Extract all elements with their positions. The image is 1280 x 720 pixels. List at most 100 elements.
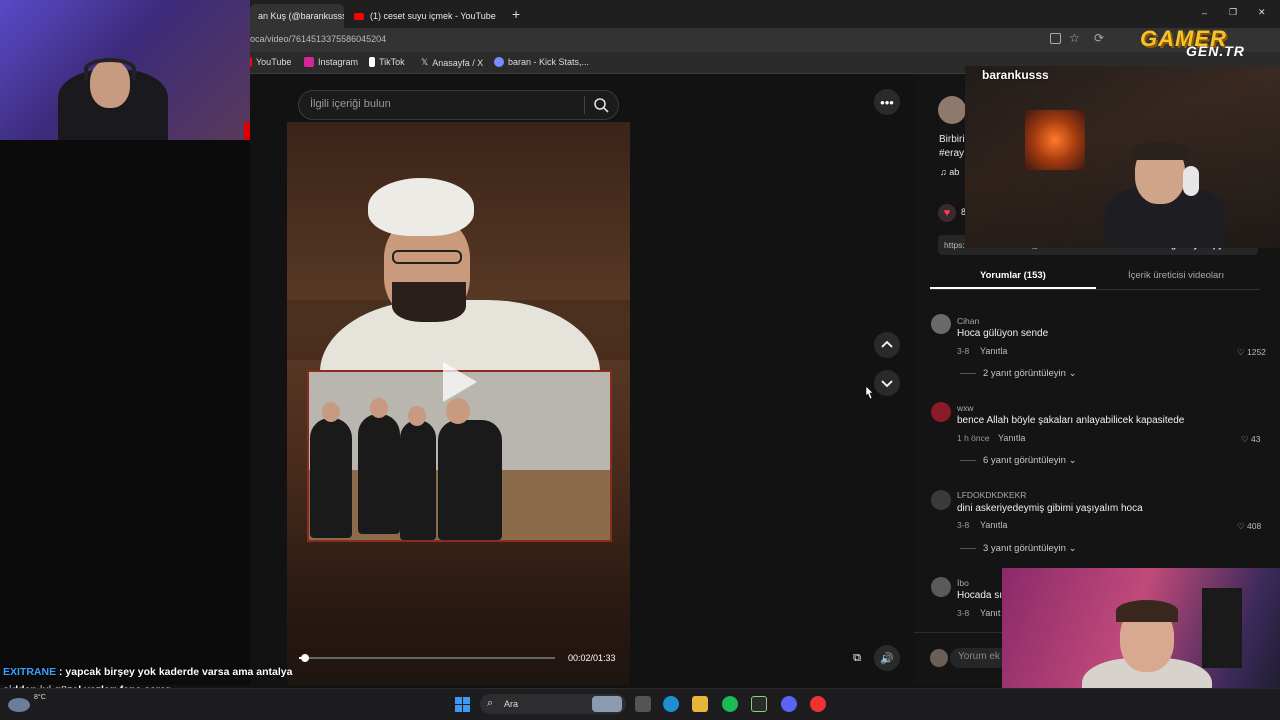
next-video-button[interactable]: [874, 370, 900, 396]
webcam-username: barankusss: [982, 68, 1049, 82]
webcam-red-light: [244, 122, 250, 140]
chat-username: EXITRANE: [3, 666, 57, 678]
comment-like-button[interactable]: ♡ 1252: [1237, 347, 1266, 358]
heart-icon[interactable]: ♥: [938, 204, 956, 222]
comment-text: Hoca gülüyon sende: [957, 328, 1049, 339]
bookmark-youtube[interactable]: YouTube: [248, 57, 291, 67]
volume-icon[interactable]: 🔊: [874, 645, 900, 671]
user-avatar: [930, 649, 948, 667]
comment-avatar[interactable]: [931, 490, 951, 510]
reply-button[interactable]: Yanıtla: [980, 346, 1007, 356]
weather-icon[interactable]: [8, 698, 30, 712]
comment-date: 3-8: [957, 346, 970, 356]
bookmark-label: YouTube: [256, 57, 292, 67]
comment-avatar[interactable]: [931, 402, 951, 422]
inset-person-head: [322, 402, 340, 422]
youtube-icon: [354, 12, 364, 20]
active-tab-underline: [930, 287, 1096, 289]
progress-handle[interactable]: [301, 654, 309, 662]
extensions-icon[interactable]: ⟳: [1094, 31, 1104, 45]
post-hashtag[interactable]: #eray: [939, 148, 964, 159]
logo-gen-tr: GEN.TR: [1186, 43, 1245, 59]
tiktok-icon: [369, 57, 375, 67]
bookmark-tiktok[interactable]: TikTok: [369, 57, 405, 67]
view-replies-button[interactable]: 6 yanıt görüntüleyin ⌄: [983, 455, 1077, 466]
view-replies-button[interactable]: 3 yanıt görüntüleyin ⌄: [983, 543, 1077, 554]
view-replies-label: 6 yanıt görüntüleyin: [983, 455, 1066, 466]
comment-avatar[interactable]: [931, 577, 951, 597]
video-frame-glasses: [392, 250, 462, 264]
progress-track[interactable]: [299, 657, 555, 659]
tab-creator-videos[interactable]: İçerik üreticisi videoları: [1128, 270, 1224, 281]
comment-like-button[interactable]: ♡ 43: [1241, 434, 1260, 445]
tab-label: an Kuş (@barankusss): [258, 11, 344, 21]
close-window-button[interactable]: ✕: [1258, 7, 1266, 18]
bookmark-label: Instagram: [318, 57, 359, 67]
post-description: Birbiri: [939, 134, 965, 145]
chat-message-line1: EXITRANE : yapcak birşey yok kaderde var…: [3, 666, 293, 678]
comment-like-button[interactable]: ♡ 408: [1237, 521, 1261, 532]
comment-like-count: 1252: [1246, 347, 1266, 357]
app-icon[interactable]: [751, 696, 767, 712]
minimize-button[interactable]: –: [1202, 8, 1207, 18]
post-music[interactable]: ♫ ab: [940, 167, 959, 177]
reply-button[interactable]: Yanıtla: [998, 433, 1025, 443]
webcam-microphone: [1202, 588, 1242, 668]
search-icon[interactable]: [593, 97, 609, 113]
bookmark-x[interactable]: 𝕏 Anasayfa / X: [421, 57, 483, 68]
bookmark-kick-stats[interactable]: baran - Kick Stats,...: [494, 57, 589, 67]
favorite-star-icon[interactable]: ☆: [1069, 31, 1080, 45]
more-options-button[interactable]: •••: [874, 89, 900, 115]
comment-date: 3-8: [957, 608, 970, 618]
chevron-down-icon: [881, 380, 893, 388]
new-tab-button[interactable]: +: [512, 6, 520, 22]
app-red-icon[interactable]: [810, 696, 826, 712]
comment-avatar[interactable]: [931, 314, 951, 334]
comment-author[interactable]: wxw: [957, 403, 974, 413]
webcam-streamer-top-right: [965, 66, 1280, 248]
apps-icon[interactable]: [1050, 33, 1061, 44]
headphones-icon: [1183, 166, 1199, 196]
edge-browser-icon[interactable]: [663, 696, 679, 712]
comment-text: Hocada sı: [957, 590, 1003, 601]
tab-tiktok[interactable]: an Kuş (@barankusss) ✕: [250, 4, 344, 28]
taskbar-search-label: Ara: [504, 699, 519, 709]
file-explorer-icon[interactable]: [692, 696, 708, 712]
comment-author[interactable]: İbo: [957, 578, 969, 588]
comment-author[interactable]: LFDOKDKDKEKR: [957, 490, 1026, 500]
chevron-down-icon: ⌄: [1068, 455, 1077, 466]
chevron-up-icon: [881, 340, 893, 348]
instagram-icon: [304, 57, 314, 67]
comment-like-count: 408: [1246, 521, 1262, 531]
search-divider: [584, 96, 585, 114]
play-icon[interactable]: [443, 362, 477, 402]
bookmark-instagram[interactable]: Instagram: [304, 57, 358, 67]
inset-person: [358, 414, 400, 534]
creator-avatar[interactable]: [938, 96, 966, 124]
comment-like-count: 43: [1250, 434, 1261, 444]
inset-person: [310, 418, 352, 538]
spotify-icon[interactable]: [722, 696, 738, 712]
view-replies-label: 3 yanıt görüntüleyin: [983, 543, 1066, 554]
task-view-icon[interactable]: [635, 696, 651, 712]
left-empty-area: [0, 140, 250, 685]
discord-icon[interactable]: [781, 696, 797, 712]
reply-button[interactable]: Yanıt: [980, 608, 1000, 618]
weather-temp: 8°C: [34, 694, 46, 701]
inset-person-head: [370, 398, 388, 418]
comment-date: 1 h önce: [957, 433, 990, 443]
tab-youtube[interactable]: (1) ceset suyu içmek - YouTube: [346, 4, 506, 28]
maximize-button[interactable]: ❐: [1229, 7, 1237, 18]
reply-button[interactable]: Yanıtla: [980, 520, 1007, 530]
mouse-cursor-icon: [865, 386, 874, 400]
url-field[interactable]: oca/video/7614513375586045204: [250, 34, 386, 44]
x-icon: 𝕏: [421, 57, 429, 67]
windows-start-icon[interactable]: [455, 697, 470, 712]
replies-line: [960, 373, 976, 374]
previous-video-button[interactable]: [874, 332, 900, 358]
chat-text: : yapcak birşey yok kaderde varsa ama an…: [56, 666, 293, 678]
miniplayer-icon[interactable]: ⧉: [844, 645, 870, 671]
tab-comments[interactable]: Yorumlar (153): [980, 270, 1046, 281]
comment-author[interactable]: Cihan: [957, 316, 979, 326]
view-replies-button[interactable]: 2 yanıt görüntüleyin ⌄: [983, 368, 1077, 379]
